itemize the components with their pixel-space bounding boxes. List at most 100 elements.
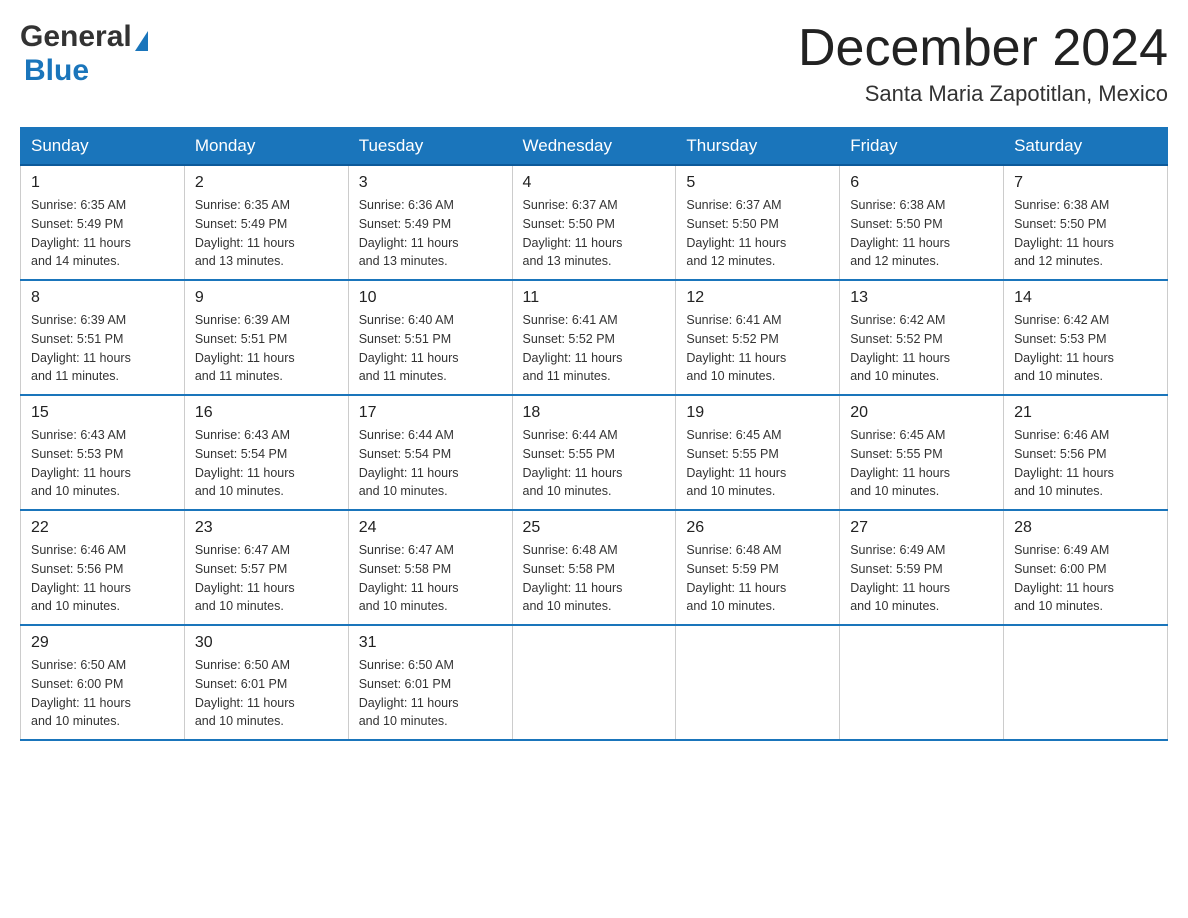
day-info: Sunrise: 6:35 AM Sunset: 5:49 PM Dayligh… <box>195 196 338 271</box>
calendar-cell: 10 Sunrise: 6:40 AM Sunset: 5:51 PM Dayl… <box>348 280 512 395</box>
day-number: 24 <box>359 519 502 537</box>
calendar-cell: 28 Sunrise: 6:49 AM Sunset: 6:00 PM Dayl… <box>1004 510 1168 625</box>
day-info: Sunrise: 6:49 AM Sunset: 5:59 PM Dayligh… <box>850 541 993 616</box>
calendar-cell: 26 Sunrise: 6:48 AM Sunset: 5:59 PM Dayl… <box>676 510 840 625</box>
calendar-cell: 15 Sunrise: 6:43 AM Sunset: 5:53 PM Dayl… <box>21 395 185 510</box>
day-info: Sunrise: 6:38 AM Sunset: 5:50 PM Dayligh… <box>850 196 993 271</box>
calendar-cell: 24 Sunrise: 6:47 AM Sunset: 5:58 PM Dayl… <box>348 510 512 625</box>
calendar-cell: 27 Sunrise: 6:49 AM Sunset: 5:59 PM Dayl… <box>840 510 1004 625</box>
day-info: Sunrise: 6:42 AM Sunset: 5:53 PM Dayligh… <box>1014 311 1157 386</box>
day-info: Sunrise: 6:49 AM Sunset: 6:00 PM Dayligh… <box>1014 541 1157 616</box>
day-number: 31 <box>359 634 502 652</box>
day-info: Sunrise: 6:50 AM Sunset: 6:01 PM Dayligh… <box>359 656 502 731</box>
calendar-cell: 2 Sunrise: 6:35 AM Sunset: 5:49 PM Dayli… <box>184 165 348 280</box>
calendar-cell: 30 Sunrise: 6:50 AM Sunset: 6:01 PM Dayl… <box>184 625 348 740</box>
week-row-5: 29 Sunrise: 6:50 AM Sunset: 6:00 PM Dayl… <box>21 625 1168 740</box>
day-number: 20 <box>850 404 993 422</box>
day-number: 22 <box>31 519 174 537</box>
week-row-3: 15 Sunrise: 6:43 AM Sunset: 5:53 PM Dayl… <box>21 395 1168 510</box>
day-info: Sunrise: 6:47 AM Sunset: 5:57 PM Dayligh… <box>195 541 338 616</box>
day-info: Sunrise: 6:37 AM Sunset: 5:50 PM Dayligh… <box>523 196 666 271</box>
day-number: 1 <box>31 174 174 192</box>
day-number: 16 <box>195 404 338 422</box>
location-title: Santa Maria Zapotitlan, Mexico <box>798 81 1168 107</box>
calendar-cell: 23 Sunrise: 6:47 AM Sunset: 5:57 PM Dayl… <box>184 510 348 625</box>
day-info: Sunrise: 6:40 AM Sunset: 5:51 PM Dayligh… <box>359 311 502 386</box>
calendar-cell <box>1004 625 1168 740</box>
calendar-cell: 8 Sunrise: 6:39 AM Sunset: 5:51 PM Dayli… <box>21 280 185 395</box>
day-number: 12 <box>686 289 829 307</box>
calendar-cell: 19 Sunrise: 6:45 AM Sunset: 5:55 PM Dayl… <box>676 395 840 510</box>
day-number: 28 <box>1014 519 1157 537</box>
day-number: 4 <box>523 174 666 192</box>
column-header-wednesday: Wednesday <box>512 128 676 166</box>
day-info: Sunrise: 6:38 AM Sunset: 5:50 PM Dayligh… <box>1014 196 1157 271</box>
day-number: 2 <box>195 174 338 192</box>
calendar-cell: 1 Sunrise: 6:35 AM Sunset: 5:49 PM Dayli… <box>21 165 185 280</box>
day-number: 11 <box>523 289 666 307</box>
day-info: Sunrise: 6:41 AM Sunset: 5:52 PM Dayligh… <box>523 311 666 386</box>
day-number: 6 <box>850 174 993 192</box>
day-number: 19 <box>686 404 829 422</box>
calendar-cell <box>676 625 840 740</box>
calendar-cell: 7 Sunrise: 6:38 AM Sunset: 5:50 PM Dayli… <box>1004 165 1168 280</box>
column-header-thursday: Thursday <box>676 128 840 166</box>
day-info: Sunrise: 6:47 AM Sunset: 5:58 PM Dayligh… <box>359 541 502 616</box>
day-number: 30 <box>195 634 338 652</box>
logo-blue-text: Blue <box>24 54 89 87</box>
day-number: 23 <box>195 519 338 537</box>
calendar-cell: 9 Sunrise: 6:39 AM Sunset: 5:51 PM Dayli… <box>184 280 348 395</box>
calendar-table: SundayMondayTuesdayWednesdayThursdayFrid… <box>20 127 1168 741</box>
calendar-cell: 17 Sunrise: 6:44 AM Sunset: 5:54 PM Dayl… <box>348 395 512 510</box>
day-number: 18 <box>523 404 666 422</box>
calendar-cell: 14 Sunrise: 6:42 AM Sunset: 5:53 PM Dayl… <box>1004 280 1168 395</box>
day-info: Sunrise: 6:39 AM Sunset: 5:51 PM Dayligh… <box>31 311 174 386</box>
logo: General Blue <box>20 20 148 88</box>
day-number: 15 <box>31 404 174 422</box>
calendar-cell <box>512 625 676 740</box>
day-info: Sunrise: 6:50 AM Sunset: 6:01 PM Dayligh… <box>195 656 338 731</box>
day-info: Sunrise: 6:42 AM Sunset: 5:52 PM Dayligh… <box>850 311 993 386</box>
calendar-cell: 20 Sunrise: 6:45 AM Sunset: 5:55 PM Dayl… <box>840 395 1004 510</box>
day-number: 14 <box>1014 289 1157 307</box>
calendar-cell: 21 Sunrise: 6:46 AM Sunset: 5:56 PM Dayl… <box>1004 395 1168 510</box>
day-info: Sunrise: 6:36 AM Sunset: 5:49 PM Dayligh… <box>359 196 502 271</box>
calendar-cell: 11 Sunrise: 6:41 AM Sunset: 5:52 PM Dayl… <box>512 280 676 395</box>
calendar-cell: 6 Sunrise: 6:38 AM Sunset: 5:50 PM Dayli… <box>840 165 1004 280</box>
week-row-1: 1 Sunrise: 6:35 AM Sunset: 5:49 PM Dayli… <box>21 165 1168 280</box>
month-title: December 2024 <box>798 20 1168 77</box>
column-header-saturday: Saturday <box>1004 128 1168 166</box>
calendar-cell <box>840 625 1004 740</box>
calendar-cell: 13 Sunrise: 6:42 AM Sunset: 5:52 PM Dayl… <box>840 280 1004 395</box>
day-number: 8 <box>31 289 174 307</box>
logo-triangle-icon <box>135 31 148 51</box>
calendar-cell: 18 Sunrise: 6:44 AM Sunset: 5:55 PM Dayl… <box>512 395 676 510</box>
day-info: Sunrise: 6:39 AM Sunset: 5:51 PM Dayligh… <box>195 311 338 386</box>
calendar-cell: 5 Sunrise: 6:37 AM Sunset: 5:50 PM Dayli… <box>676 165 840 280</box>
day-info: Sunrise: 6:46 AM Sunset: 5:56 PM Dayligh… <box>31 541 174 616</box>
column-header-sunday: Sunday <box>21 128 185 166</box>
day-number: 17 <box>359 404 502 422</box>
day-info: Sunrise: 6:45 AM Sunset: 5:55 PM Dayligh… <box>850 426 993 501</box>
day-number: 9 <box>195 289 338 307</box>
calendar-cell: 25 Sunrise: 6:48 AM Sunset: 5:58 PM Dayl… <box>512 510 676 625</box>
day-info: Sunrise: 6:41 AM Sunset: 5:52 PM Dayligh… <box>686 311 829 386</box>
day-info: Sunrise: 6:50 AM Sunset: 6:00 PM Dayligh… <box>31 656 174 731</box>
calendar-cell: 22 Sunrise: 6:46 AM Sunset: 5:56 PM Dayl… <box>21 510 185 625</box>
title-block: December 2024 Santa Maria Zapotitlan, Me… <box>798 20 1168 107</box>
day-number: 10 <box>359 289 502 307</box>
calendar-cell: 16 Sunrise: 6:43 AM Sunset: 5:54 PM Dayl… <box>184 395 348 510</box>
day-number: 3 <box>359 174 502 192</box>
column-header-monday: Monday <box>184 128 348 166</box>
day-number: 13 <box>850 289 993 307</box>
column-header-friday: Friday <box>840 128 1004 166</box>
day-info: Sunrise: 6:35 AM Sunset: 5:49 PM Dayligh… <box>31 196 174 271</box>
week-row-2: 8 Sunrise: 6:39 AM Sunset: 5:51 PM Dayli… <box>21 280 1168 395</box>
day-number: 25 <box>523 519 666 537</box>
day-number: 7 <box>1014 174 1157 192</box>
logo-general-text: General <box>20 20 132 54</box>
day-number: 27 <box>850 519 993 537</box>
page-header: General Blue December 2024 Santa Maria Z… <box>20 20 1168 107</box>
day-number: 26 <box>686 519 829 537</box>
calendar-cell: 29 Sunrise: 6:50 AM Sunset: 6:00 PM Dayl… <box>21 625 185 740</box>
